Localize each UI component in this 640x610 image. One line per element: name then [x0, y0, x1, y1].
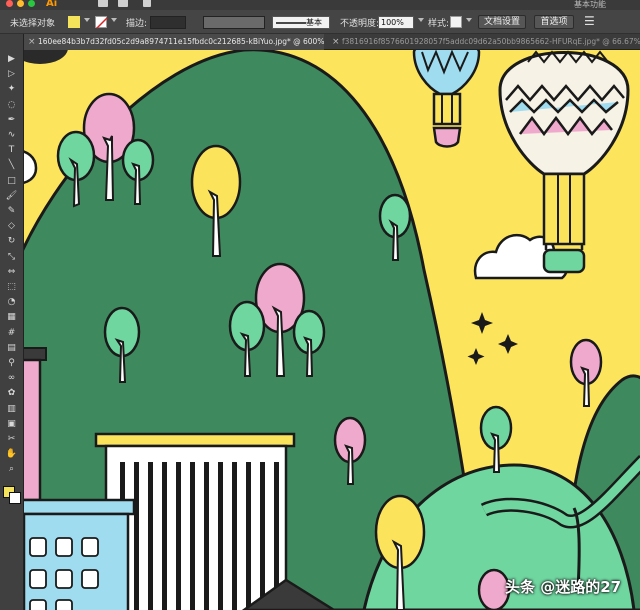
close-icon[interactable]: ×: [28, 34, 36, 50]
curvature-tool-icon[interactable]: ∿: [5, 130, 18, 141]
column-graph-tool-icon[interactable]: ▥: [5, 404, 18, 415]
graphic-style-label: 样式:: [428, 19, 450, 29]
stroke-style-value: 基本: [306, 18, 322, 27]
fill-color-swatch[interactable]: [68, 16, 80, 28]
zoom-tool-icon[interactable]: ⌕: [5, 464, 18, 475]
minimize-window-button[interactable]: [17, 0, 24, 7]
blend-tool-icon[interactable]: ∞: [5, 373, 18, 384]
document-tab-bar: × 160ee84b3b7d32fd05c2d9a8974711e15fbdc0…: [24, 34, 640, 50]
control-bar: 未选择对象 描边: 基本 不透明度: 100% 样式: 文档设置 首选项 ☰: [0, 10, 640, 34]
symbol-sprayer-tool-icon[interactable]: ✿: [5, 388, 18, 399]
hand-tool-icon[interactable]: ✋: [5, 449, 18, 460]
close-icon[interactable]: ×: [332, 34, 340, 50]
tools-panel: ▶ ▷ ✦ ◌ ✒ ∿ T ╲ □ 🖌 ✎ ◇ ↻ ⤡ ⇔ ⬚ ◔ ▦ # ▤ ⚲ ∞ ✿ ▥ ▣ ✂ ✋ ⌕: [0, 34, 24, 610]
sparkle-icons: [467, 312, 518, 365]
tab-label: 160ee84b3b7d32fd05c2d9a8974711e15fbdc0c2…: [38, 37, 324, 46]
arrange-documents-icon[interactable]: [118, 0, 128, 7]
close-window-button[interactable]: [6, 0, 13, 7]
scale-tool-icon[interactable]: ⤡: [5, 252, 18, 263]
paintbrush-tool-icon[interactable]: 🖌: [5, 191, 18, 202]
selection-status: 未选择对象: [10, 19, 56, 29]
menu-icon[interactable]: ☰: [584, 14, 595, 28]
free-transform-tool-icon[interactable]: ⬚: [5, 282, 18, 293]
document-setup-button[interactable]: 文档设置: [478, 15, 526, 29]
no-stroke-icon: [96, 17, 108, 29]
workspace-switcher[interactable]: 基本功能: [574, 0, 606, 10]
preferences-button[interactable]: 首选项: [534, 15, 574, 29]
artboard-tool-icon[interactable]: ▣: [5, 419, 18, 430]
fill-stroke-swatches[interactable]: [3, 486, 21, 504]
brush-icon[interactable]: [143, 0, 151, 7]
rectangle-tool-icon[interactable]: □: [5, 176, 18, 187]
illustration-artwork: [24, 50, 640, 610]
stroke-line-icon: [276, 22, 306, 24]
stroke-weight-input[interactable]: [150, 16, 186, 29]
direct-selection-tool-icon[interactable]: ▷: [5, 69, 18, 80]
artboard-canvas[interactable]: [24, 50, 640, 610]
cyan-building: [24, 498, 136, 610]
eraser-tool-icon[interactable]: ◇: [5, 221, 18, 232]
opacity-input[interactable]: 100%: [378, 16, 414, 29]
zoom-window-button[interactable]: [28, 0, 35, 7]
tab-document-2[interactable]: × f3816916f8576601928057f5addc09d62a50bb…: [328, 34, 640, 50]
mesh-tool-icon[interactable]: #: [5, 328, 18, 339]
shape-builder-tool-icon[interactable]: ◔: [5, 297, 18, 308]
bridge-icon[interactable]: [98, 0, 108, 7]
chevron-down-icon[interactable]: [111, 18, 117, 22]
selection-tool-icon[interactable]: ▶: [5, 54, 18, 65]
graphic-style-swatch[interactable]: [450, 16, 462, 28]
width-tool-icon[interactable]: ⇔: [5, 267, 18, 278]
chevron-down-icon[interactable]: [466, 18, 472, 22]
cloud: [24, 150, 38, 185]
eyedropper-tool-icon[interactable]: ⚲: [5, 358, 18, 369]
brush-definition-select[interactable]: 基本: [272, 16, 330, 29]
opacity-label: 不透明度:: [340, 19, 380, 29]
type-tool-icon[interactable]: T: [5, 145, 18, 156]
chevron-down-icon[interactable]: [84, 18, 90, 22]
line-tool-icon[interactable]: ╲: [5, 160, 18, 171]
chevron-down-icon[interactable]: [418, 18, 424, 22]
gradient-tool-icon[interactable]: ▤: [5, 343, 18, 354]
small-hot-air-balloon: [412, 50, 481, 148]
magic-wand-tool-icon[interactable]: ✦: [5, 84, 18, 95]
app-logo: Ai: [46, 0, 58, 9]
perspective-grid-tool-icon[interactable]: ▦: [5, 312, 18, 323]
stroke-color-swatch[interactable]: [95, 16, 108, 29]
menu-bar: Ai 基本功能: [0, 0, 640, 10]
tab-label: f3816916f8576601928057f5addc09d62a50bb98…: [342, 37, 640, 46]
pencil-tool-icon[interactable]: ✎: [5, 206, 18, 217]
dark-shape: [24, 50, 68, 64]
stroke-label: 描边:: [126, 19, 148, 29]
variable-width-profile[interactable]: [203, 16, 265, 29]
pen-tool-icon[interactable]: ✒: [5, 115, 18, 126]
watermark-text: 头条 @迷路的27: [505, 578, 622, 596]
tab-document-1[interactable]: × 160ee84b3b7d32fd05c2d9a8974711e15fbdc0…: [24, 34, 324, 50]
lasso-tool-icon[interactable]: ◌: [5, 100, 18, 111]
opacity-value: 100%: [381, 18, 404, 27]
slice-tool-icon[interactable]: ✂: [5, 434, 18, 445]
rotate-tool-icon[interactable]: ↻: [5, 236, 18, 247]
